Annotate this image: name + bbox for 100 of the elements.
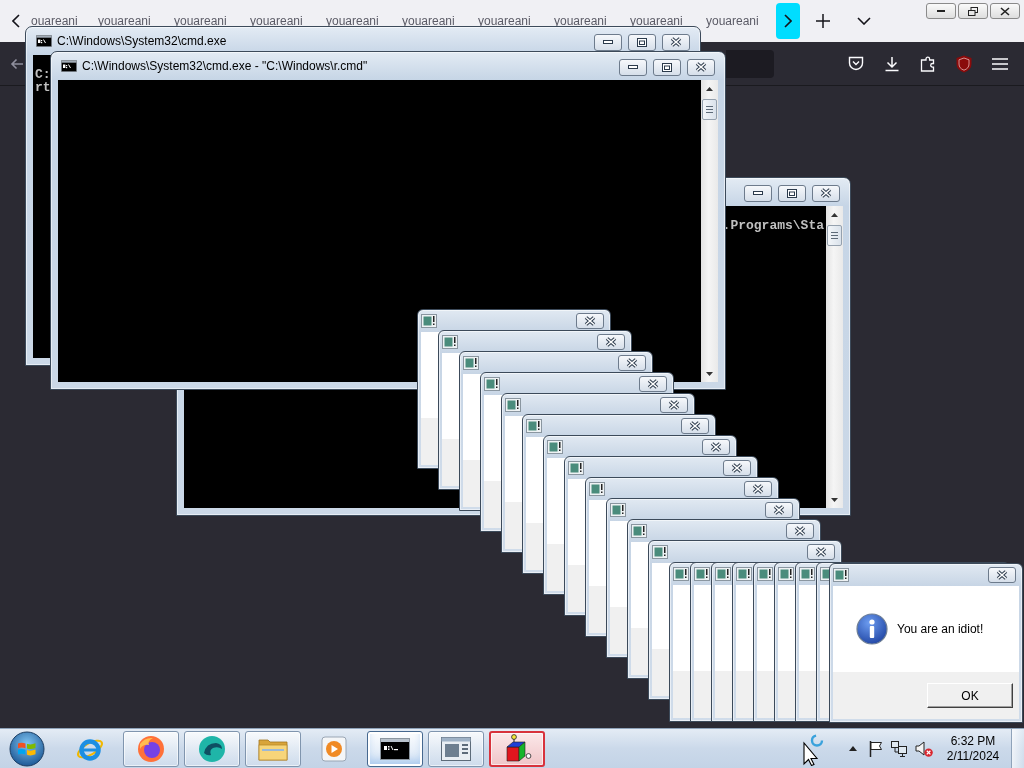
close-icon [815, 547, 827, 557]
close-button[interactable] [618, 355, 646, 371]
plus-icon [816, 14, 830, 28]
close-button[interactable] [681, 418, 709, 434]
flag-icon[interactable] [869, 740, 883, 757]
caret-down-icon [831, 497, 838, 502]
url-field[interactable] [726, 49, 774, 78]
app-icon [694, 567, 710, 581]
close-icon [996, 570, 1008, 580]
close-icon [752, 484, 764, 494]
app-icon [778, 567, 794, 581]
console-icon [36, 35, 52, 47]
close-button[interactable] [744, 481, 772, 497]
app-icon [736, 567, 752, 581]
taskbar-button[interactable] [367, 730, 423, 767]
tab[interactable]: youareani [706, 13, 776, 29]
minimize-icon [603, 40, 613, 44]
app-icon [715, 567, 731, 581]
restore-icon [968, 6, 978, 16]
maximize-button[interactable] [778, 184, 806, 202]
chevron-right-icon [784, 14, 792, 28]
maximize-icon [662, 62, 672, 72]
close-icon [626, 358, 638, 368]
app-icon [505, 398, 521, 412]
maximize-icon [787, 188, 797, 198]
chevron-left-icon [11, 14, 20, 28]
caret-up-icon [831, 212, 838, 217]
close-button[interactable] [662, 33, 690, 51]
close-icon [584, 316, 596, 326]
taskbar-button[interactable] [184, 730, 240, 767]
maximize-icon [637, 37, 647, 47]
window-title: C:\Windows\System32\cmd.exe - "C:\Windows\r.cmd" [82, 59, 368, 73]
app-icon [484, 377, 500, 391]
back-arrow-icon [10, 57, 24, 70]
close-button[interactable] [660, 397, 688, 413]
close-button[interactable] [639, 376, 667, 392]
pocket-icon [848, 56, 864, 71]
scrollbar-thumb[interactable] [827, 225, 842, 246]
tab[interactable]: youareani [478, 13, 554, 29]
close-icon [695, 62, 707, 72]
scrollbar-thumb[interactable] [702, 99, 717, 120]
network-icon[interactable] [891, 740, 907, 757]
console-text: C: [35, 68, 51, 81]
close-icon [1000, 6, 1010, 16]
minimize-button[interactable] [594, 33, 622, 51]
tab[interactable]: ouareani [31, 13, 98, 29]
close-icon [773, 505, 785, 515]
tab[interactable]: youareani [174, 13, 250, 29]
restore-button[interactable] [958, 3, 988, 19]
console-text: rt [35, 81, 51, 94]
app-icon [568, 461, 584, 475]
close-button[interactable] [723, 460, 751, 476]
app-icon [547, 440, 563, 454]
close-icon [670, 37, 682, 47]
close-icon [731, 463, 743, 473]
minimize-button[interactable] [926, 3, 956, 19]
close-button[interactable] [687, 58, 715, 76]
windows-orb-icon [9, 730, 45, 767]
close-icon [820, 188, 832, 198]
tab[interactable]: youareani [250, 13, 326, 29]
close-icon [710, 442, 722, 452]
tab[interactable]: youareani [630, 13, 706, 29]
tab[interactable]: youareani [98, 13, 174, 29]
message-text: You are an idiot! [897, 622, 984, 636]
close-button[interactable] [786, 523, 814, 539]
maximize-button[interactable] [628, 33, 656, 51]
start-button[interactable] [6, 729, 48, 768]
console-text: .Programs\Sta [722, 219, 824, 232]
clock-button[interactable]: 6:32 PM 2/11/2024 [943, 733, 1003, 764]
tab[interactable]: youareani [326, 13, 402, 29]
close-button[interactable] [597, 334, 625, 350]
play-icon [321, 735, 347, 762]
minimize-icon [628, 65, 638, 69]
folder-icon [258, 736, 288, 761]
tab[interactable]: youareani [554, 13, 630, 29]
taskbar-button[interactable] [489, 730, 545, 767]
caret-up-icon [849, 746, 857, 751]
maximize-button[interactable] [653, 58, 681, 76]
console-icon [380, 737, 410, 760]
console-icon [61, 60, 77, 72]
minimize-button[interactable] [744, 184, 772, 202]
app-icon [799, 567, 815, 581]
app-icon [631, 524, 647, 538]
minimize-button[interactable] [619, 58, 647, 76]
scroll-tabs-right-button[interactable] [776, 3, 800, 39]
tab[interactable]: youareani [402, 13, 478, 29]
app-icon [463, 356, 479, 370]
swirl-globe-icon [198, 734, 226, 763]
close-button[interactable] [990, 3, 1020, 19]
close-button[interactable] [702, 439, 730, 455]
ok-button[interactable]: OK [927, 683, 1013, 708]
close-button[interactable] [988, 567, 1016, 583]
busy-cursor-icon [803, 734, 825, 766]
close-button[interactable] [812, 184, 840, 202]
speaker-icon[interactable] [915, 740, 933, 757]
close-button[interactable] [807, 544, 835, 560]
app-icon [652, 545, 668, 559]
close-button[interactable] [576, 313, 604, 329]
app-icon [757, 567, 773, 581]
menu-icon [992, 57, 1008, 70]
